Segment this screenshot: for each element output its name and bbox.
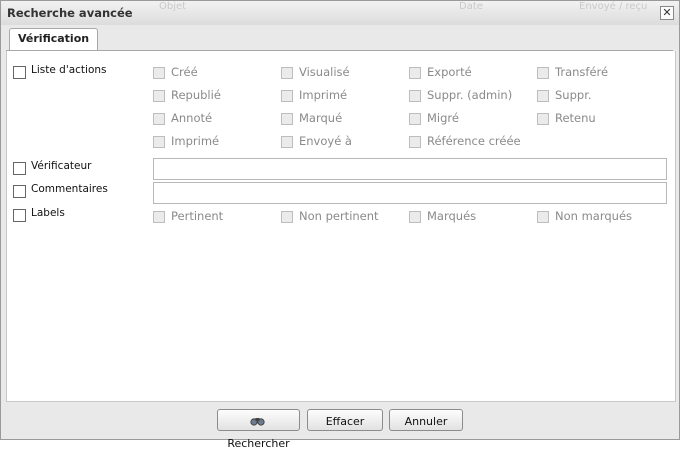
action-option-label: Visualisé (299, 65, 350, 79)
action-option-label: Annoté (171, 111, 213, 125)
background-column-header: Envoyé / reçu (579, 1, 648, 12)
background-column-header: Objet (159, 1, 187, 12)
binoculars-icon (250, 412, 265, 433)
action-option-label: Imprimé (171, 134, 220, 148)
labels-checkbox[interactable] (13, 209, 26, 222)
commentaires-label: Commentaires (31, 183, 108, 195)
verificateur-checkbox[interactable] (13, 162, 26, 175)
action-option-label: Suppr. (555, 88, 592, 102)
dialog-title: Recherche avancée (7, 6, 133, 20)
action-option-label: Marqué (299, 111, 343, 125)
tab-verification[interactable]: Vérification (9, 28, 99, 50)
action-option-checkbox[interactable] (537, 90, 549, 102)
action-option-checkbox[interactable] (537, 67, 549, 79)
label-option-label: Non pertinent (299, 209, 379, 223)
action-option-checkbox[interactable] (409, 90, 421, 102)
action-option-checkbox[interactable] (153, 90, 165, 102)
action-option-checkbox[interactable] (537, 113, 549, 125)
search-button[interactable]: Rechercher (217, 409, 300, 450)
action-option-checkbox[interactable] (153, 136, 165, 148)
actions-list-label: Liste d'actions (31, 64, 107, 76)
action-option-checkbox[interactable] (281, 67, 293, 79)
action-option-checkbox[interactable] (281, 136, 293, 148)
cancel-button[interactable]: Annuler (389, 409, 463, 431)
action-option-label: Envoyé à (299, 134, 352, 148)
dialog-titlebar[interactable]: Objet Date Envoyé / reçu Recherche avanc… (1, 1, 679, 25)
label-option-checkbox[interactable] (153, 211, 165, 223)
verificateur-label: Vérificateur (31, 160, 92, 172)
advanced-search-dialog: Objet Date Envoyé / reçu Recherche avanc… (0, 0, 680, 450)
action-option-label: Exporté (427, 65, 472, 79)
label-option-checkbox[interactable] (409, 211, 421, 223)
labels-label: Labels (31, 207, 65, 219)
commentaires-input[interactable] (153, 182, 667, 204)
search-button-label: Rechercher (227, 436, 290, 450)
verificateur-input[interactable] (153, 158, 667, 180)
action-option-label: Suppr. (admin) (427, 88, 513, 102)
tab-strip: Vérification (6, 26, 673, 51)
close-button[interactable]: ✕ (660, 6, 674, 20)
action-option-label: Transféré (555, 65, 609, 79)
action-option-checkbox[interactable] (409, 67, 421, 79)
label-option-label: Marqués (427, 209, 477, 223)
tab-panel-verification: Liste d'actions Créé Visualisé Exporté Tran… (6, 51, 676, 402)
action-option-label: Retenu (555, 111, 596, 125)
label-option-checkbox[interactable] (281, 211, 293, 223)
action-option-label: Imprimé (299, 88, 348, 102)
commentaires-checkbox[interactable] (13, 185, 26, 198)
action-option-label: Référence créée (427, 134, 521, 148)
action-option-checkbox[interactable] (281, 90, 293, 102)
action-option-checkbox[interactable] (153, 67, 165, 79)
label-option-label: Non marqués (555, 209, 633, 223)
action-option-checkbox[interactable] (153, 113, 165, 125)
background-column-header: Date (459, 1, 483, 12)
action-option-checkbox[interactable] (281, 113, 293, 125)
action-option-label: Créé (171, 65, 198, 79)
action-option-label: Migré (427, 111, 459, 125)
close-icon: ✕ (662, 6, 672, 19)
label-option-label: Pertinent (171, 209, 224, 223)
label-option-checkbox[interactable] (537, 211, 549, 223)
action-option-checkbox[interactable] (409, 136, 421, 148)
action-option-label: Republié (171, 88, 221, 102)
actions-list-checkbox[interactable] (13, 66, 26, 79)
clear-button[interactable]: Effacer (307, 409, 383, 431)
action-option-checkbox[interactable] (409, 113, 421, 125)
